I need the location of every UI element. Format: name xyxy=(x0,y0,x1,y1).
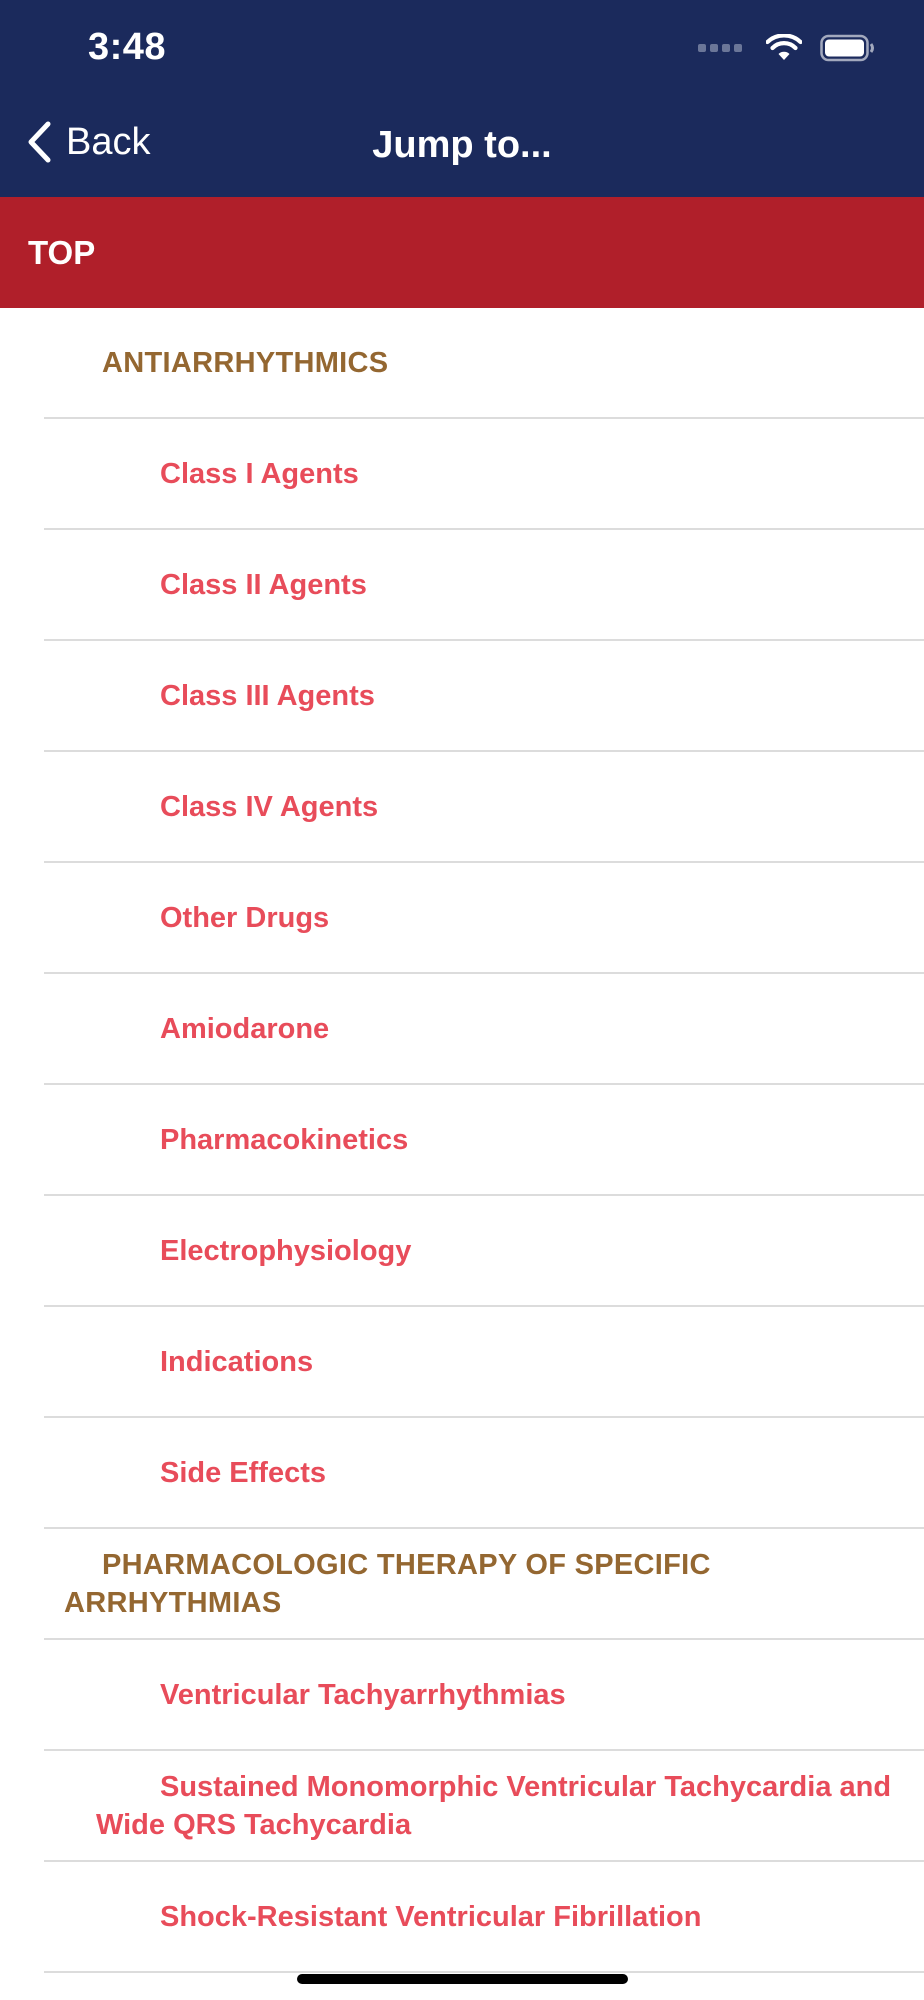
list-item-label: Sustained Monomorphic Ventricular Tachyc… xyxy=(96,1770,892,1841)
list-item[interactable]: Side Effects xyxy=(44,1418,924,1529)
list-item-label: Class IV Agents xyxy=(160,790,379,823)
signal-dots-icon xyxy=(698,44,742,52)
section-header-label: PHARMACOLOGIC THERAPY OF SPECIFIC ARRHYT… xyxy=(64,1548,711,1619)
list-item-label: Other Drugs xyxy=(160,901,330,934)
status-icons xyxy=(698,34,876,62)
top-label: TOP xyxy=(28,233,96,271)
list-item[interactable]: Class IV Agents xyxy=(44,752,924,863)
list-item[interactable]: Other Drugs xyxy=(44,863,924,974)
list-item-label: Indications xyxy=(160,1345,314,1378)
battery-icon xyxy=(820,34,874,62)
list-item[interactable]: Electrophysiology xyxy=(44,1196,924,1307)
list-item[interactable]: Class II Agents xyxy=(44,530,924,641)
top-jump-button[interactable]: TOP xyxy=(0,197,924,308)
list-item-label: Shock-Resistant Ventricular Fibrillation xyxy=(160,1900,702,1933)
list-item[interactable]: Ventricular Tachyarrhythmias xyxy=(44,1640,924,1751)
list-item[interactable]: Class I Agents xyxy=(44,419,924,530)
section-header-label: ANTIARRHYTHMICS xyxy=(102,346,389,379)
list-item[interactable]: Indications xyxy=(44,1307,924,1418)
page-title: Jump to... xyxy=(372,124,552,166)
list-item-label: Electrophysiology xyxy=(160,1234,412,1267)
list-item-label: Class I Agents xyxy=(160,457,359,490)
list-item[interactable]: Class III Agents xyxy=(44,641,924,752)
navigation-header: 3:48 Back Jump to... xyxy=(0,0,924,197)
list-item[interactable]: Sustained Monomorphic Ventricular Tachyc… xyxy=(44,1751,924,1862)
list-item-label: Class II Agents xyxy=(160,568,367,601)
list-item-label: Amiodarone xyxy=(160,1012,330,1045)
list-item-label: Class III Agents xyxy=(160,679,375,712)
wifi-icon xyxy=(766,34,802,60)
list-item[interactable]: Amiodarone xyxy=(44,974,924,1085)
list-item[interactable]: Pharmacokinetics xyxy=(44,1085,924,1196)
section-header-row[interactable]: PHARMACOLOGIC THERAPY OF SPECIFIC ARRHYT… xyxy=(44,1529,924,1640)
list-item-label: Pharmacokinetics xyxy=(160,1123,409,1156)
home-indicator xyxy=(297,1974,628,1984)
list-item[interactable]: Shock-Resistant Ventricular Fibrillation xyxy=(44,1862,924,1973)
list-item-label: Side Effects xyxy=(160,1456,326,1489)
jump-list: ANTIARRHYTHMICS Class I Agents Class II Ag… xyxy=(0,308,924,1973)
list-item-label: Ventricular Tachyarrhythmias xyxy=(160,1678,566,1711)
status-time: 3:48 xyxy=(88,26,167,68)
section-header-row[interactable]: ANTIARRHYTHMICS xyxy=(44,308,924,419)
